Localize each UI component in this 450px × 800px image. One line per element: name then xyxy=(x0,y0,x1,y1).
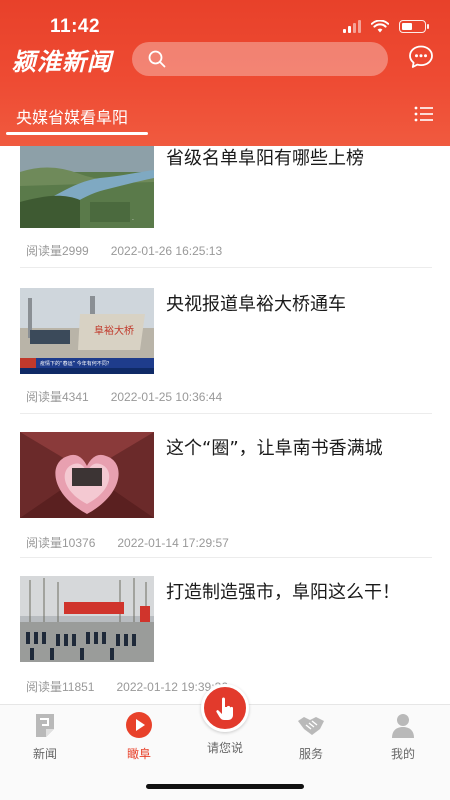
wifi-icon xyxy=(371,20,389,33)
app-bar: 颍淮新闻 xyxy=(0,38,450,82)
nav-mine[interactable]: 我的 xyxy=(358,711,448,762)
nav-service[interactable]: 服务 xyxy=(266,711,356,762)
battery-icon xyxy=(399,20,429,33)
article-title[interactable]: 央视报道阜裕大桥通车 xyxy=(166,290,346,316)
publish-date: 2022-01-14 17:29:57 xyxy=(117,536,229,550)
channel-tabs: 央媒省媒看阜阳 xyxy=(0,96,450,136)
home-indicator xyxy=(146,784,304,789)
nav-label: 瞰阜 xyxy=(126,747,151,761)
article-thumbnail[interactable]: · xyxy=(20,146,154,228)
svg-text:疫情下的“春运” 今年有何不同？: 疫情下的“春运” 今年有何不同？ xyxy=(40,360,112,367)
article-feed[interactable]: · 省级名单阜阳有哪些上榜 阅读量2999 2022-01-26 16:25:13… xyxy=(0,146,450,706)
publish-date: 2022-01-26 16:25:13 xyxy=(110,244,223,258)
article-meta: 阅读量10376 2022-01-14 17:29:57 xyxy=(26,534,229,551)
hand-tap-icon xyxy=(216,697,233,720)
article-item[interactable]: 这个“圈”，让阜南书香满城 阅读量10376 2022-01-14 17:29:5… xyxy=(20,414,432,558)
article-item[interactable]: · 省级名单阜阳有哪些上榜 阅读量2999 2022-01-26 16:25:13 xyxy=(20,146,432,268)
nav-label: 新闻 xyxy=(32,747,57,761)
read-count: 阅读量11851 xyxy=(26,680,95,694)
search-icon xyxy=(148,50,166,68)
list-menu-icon[interactable] xyxy=(414,106,434,122)
publish-date: 2022-01-25 10:36:44 xyxy=(110,390,223,404)
article-thumbnail[interactable] xyxy=(20,432,154,518)
app-logo: 颍淮新闻 xyxy=(12,47,112,76)
status-time: 11:42 xyxy=(50,16,101,37)
nav-label: 服务 xyxy=(298,747,323,761)
search-box[interactable] xyxy=(132,42,388,76)
status-bar: 11:42 xyxy=(0,0,450,40)
article-thumbnail[interactable] xyxy=(20,576,154,662)
article-thumbnail[interactable]: 阜裕大桥 疫情下的“春运” 今年有何不同？ xyxy=(20,288,154,374)
status-icons xyxy=(343,20,429,33)
read-count: 阅读量10376 xyxy=(26,536,96,550)
header: 11:42 颍淮新闻 央媒省媒看阜阳 xyxy=(0,0,450,146)
read-count: 阅读量2999 xyxy=(26,244,89,258)
tab-indicator xyxy=(6,132,148,135)
nav-label: 我的 xyxy=(390,747,415,761)
chat-bubble-icon[interactable] xyxy=(408,44,434,70)
article-title[interactable]: 这个“圈”，让阜南书香满城 xyxy=(166,434,383,460)
read-count: 阅读量4341 xyxy=(26,390,89,404)
nav-label: 请您说 xyxy=(206,741,243,755)
article-meta: 阅读量11851 2022-01-12 19:39:36 xyxy=(26,678,228,695)
article-meta: 阅读量4341 2022-01-25 10:36:44 xyxy=(26,388,222,405)
nav-news[interactable]: 新闻 xyxy=(0,711,90,762)
search-input[interactable] xyxy=(176,48,376,70)
nav-kanfu[interactable]: 瞰阜 xyxy=(94,711,184,762)
play-icon xyxy=(126,712,152,738)
svg-text:阜裕大桥: 阜裕大桥 xyxy=(94,324,134,337)
tab-yangmei-shengmei[interactable]: 央媒省媒看阜阳 xyxy=(16,104,128,128)
person-icon xyxy=(392,714,414,738)
handshake-icon xyxy=(298,717,324,735)
cellular-signal-icon xyxy=(343,20,361,33)
app-screen: 11:42 颍淮新闻 央媒省媒看阜阳 · 省级名单阜阳有哪些上榜 阅读量2999… xyxy=(0,0,450,800)
nav-qingninshuo[interactable]: 请您说 xyxy=(180,737,270,756)
speak-up-button[interactable] xyxy=(201,684,249,732)
svg-text:·: · xyxy=(132,217,134,224)
article-item[interactable]: 阜裕大桥 疫情下的“春运” 今年有何不同？ 央视报道阜裕大桥通车 阅读量4341… xyxy=(20,272,432,414)
article-title[interactable]: 省级名单阜阳有哪些上榜 xyxy=(166,146,364,170)
article-title[interactable]: 打造制造强市，阜阳这么干！ xyxy=(166,578,400,604)
news-icon xyxy=(36,714,54,737)
article-meta: 阅读量2999 2022-01-26 16:25:13 xyxy=(26,242,222,259)
